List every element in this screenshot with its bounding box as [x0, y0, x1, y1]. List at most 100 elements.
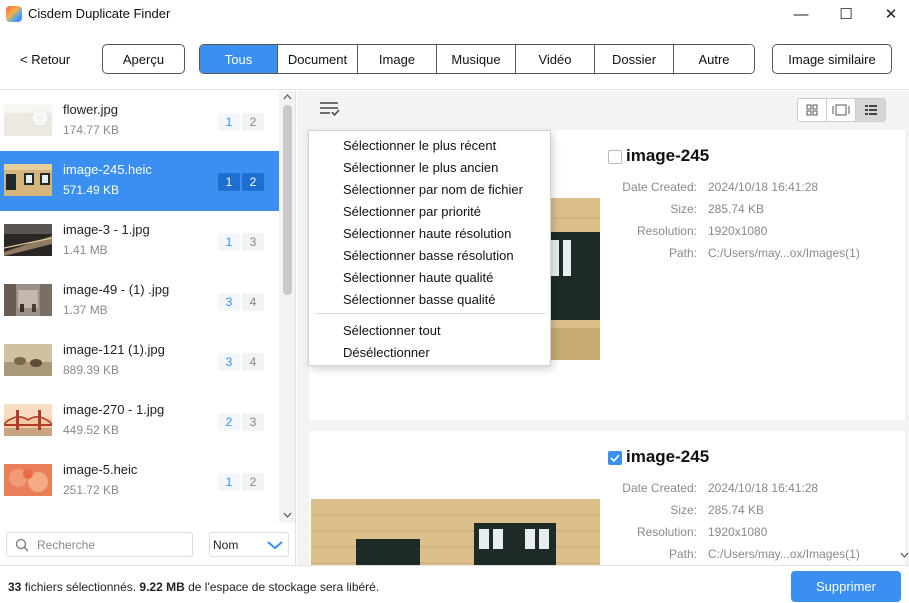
date-value: 2024/10/18 16:41:28: [708, 180, 819, 194]
file-list-item[interactable]: image-245.heic 571.49 KB 1 2: [0, 151, 279, 211]
total-count-badge: 2: [242, 473, 264, 491]
list-view-icon: [864, 105, 877, 115]
card-title: image-245: [626, 447, 710, 466]
file-name: image-49 - (1) .jpg: [63, 282, 170, 297]
duplicate-card: image-245 Date Created: 2024/10/18 16:41…: [309, 431, 905, 565]
menu-item-deselect[interactable]: Désélectionner: [343, 345, 430, 360]
file-name: image-245.heic: [63, 162, 152, 177]
toolbar: < Retour Aperçu Tous Document Image Musi…: [0, 28, 909, 90]
path-label: Path:: [668, 246, 697, 260]
tab-other[interactable]: Autre: [674, 45, 754, 73]
menu-item-select-oldest[interactable]: Sélectionner le plus ancien: [343, 160, 498, 175]
app-logo-icon: [6, 6, 22, 22]
thumbnail-image: [4, 164, 52, 196]
file-list-item[interactable]: image-49 - (1) .jpg 1.37 MB 3 4: [0, 271, 279, 331]
total-count-badge: 2: [242, 113, 264, 131]
card-title: image-245: [626, 146, 710, 165]
sort-value: Nom: [213, 537, 239, 552]
resolution-value: 1920x1080: [708, 224, 768, 238]
menu-item-select-high-quality[interactable]: Sélectionner haute qualité: [343, 270, 493, 285]
select-menu: Sélectionner le plus récent Sélectionner…: [308, 130, 551, 366]
status-bar: 33 fichiers sélectionnés. 9.22 MB de l'e…: [0, 565, 909, 603]
chevron-down-icon: [267, 540, 283, 549]
path-value[interactable]: C:/Users/may...ox/Images(1): [708, 246, 860, 260]
category-tabs: Tous Document Image Musique Vidéo Dossie…: [199, 44, 755, 74]
file-list-item[interactable]: image-5.heic 251.72 KB 1 2: [0, 451, 279, 511]
search-input[interactable]: Recherche: [6, 532, 193, 557]
file-name: image-270 - 1.jpg: [63, 402, 165, 417]
sort-dropdown[interactable]: Nom: [209, 532, 289, 557]
file-list-scroll-thumb[interactable]: [283, 105, 292, 295]
thumbnail-image: [4, 284, 52, 316]
file-list-item[interactable]: image-3 - 1.jpg 1.41 MB 1 3: [0, 211, 279, 271]
menu-item-select-by-priority[interactable]: Sélectionner par priorité: [343, 204, 481, 219]
delete-button[interactable]: Supprimer: [791, 571, 901, 602]
tab-document[interactable]: Document: [278, 45, 358, 73]
total-count-badge: 2: [242, 173, 264, 191]
menu-item-select-high-resolution[interactable]: Sélectionner haute résolution: [343, 226, 511, 241]
scroll-down-icon[interactable]: [900, 551, 909, 559]
view-mode-switcher: [797, 98, 886, 122]
file-list-item[interactable]: image-121 (1).jpg 889.39 KB 3 4: [0, 331, 279, 391]
tab-folder[interactable]: Dossier: [595, 45, 674, 73]
total-count-badge: 3: [242, 233, 264, 251]
tab-all[interactable]: Tous: [200, 45, 278, 73]
thumbnail-image: [4, 104, 52, 136]
search-placeholder: Recherche: [37, 537, 96, 552]
scroll-up-icon[interactable]: [283, 93, 292, 101]
similar-image-button[interactable]: Image similaire: [772, 44, 892, 74]
freed-size: 9.22 MB: [139, 580, 185, 594]
file-size: 449.52 KB: [63, 423, 120, 437]
total-count-badge: 4: [242, 293, 264, 311]
path-value[interactable]: C:/Users/may...ox/Images(1): [708, 547, 860, 561]
list-view-button[interactable]: [856, 99, 885, 121]
selected-count-badge: 3: [218, 353, 240, 371]
minimize-button[interactable]: —: [778, 0, 824, 28]
preview-button[interactable]: Aperçu: [102, 44, 185, 74]
menu-item-select-low-resolution[interactable]: Sélectionner basse résolution: [343, 248, 514, 263]
thumbnail-image: [4, 344, 52, 376]
file-size: 1.41 MB: [63, 243, 108, 257]
selected-count-badge: 1: [218, 173, 240, 191]
compare-view-button[interactable]: [827, 99, 856, 121]
title-bar: Cisdem Duplicate Finder — ☐ ✕: [0, 0, 909, 28]
checkmark-icon: [610, 454, 620, 462]
file-name: image-5.heic: [63, 462, 138, 477]
tab-image[interactable]: Image: [358, 45, 437, 73]
maximize-button[interactable]: ☐: [823, 0, 869, 28]
item-checkbox[interactable]: [608, 150, 622, 164]
menu-divider: [315, 313, 546, 314]
compare-view-icon: [832, 104, 850, 116]
size-label: Size:: [670, 202, 697, 216]
date-value: 2024/10/18 16:41:28: [708, 481, 819, 495]
grid-view-icon: [806, 104, 818, 116]
menu-item-select-by-filename[interactable]: Sélectionner par nom de fichier: [343, 182, 523, 197]
list-controls: Recherche Nom: [0, 523, 296, 565]
selected-count-badge: 1: [218, 473, 240, 491]
menu-item-select-newest[interactable]: Sélectionner le plus récent: [343, 138, 496, 153]
size-value: 285.74 KB: [708, 202, 765, 216]
menu-item-select-low-quality[interactable]: Sélectionner basse qualité: [343, 292, 496, 307]
file-size: 889.39 KB: [63, 363, 120, 377]
file-list-item[interactable]: image-270 - 1.jpg 449.52 KB 2 3: [0, 391, 279, 451]
select-menu-icon[interactable]: [319, 101, 341, 117]
menu-item-select-all[interactable]: Sélectionner tout: [343, 323, 441, 338]
selected-count: 33: [8, 580, 22, 594]
grid-view-button[interactable]: [798, 99, 827, 121]
file-size: 1.37 MB: [63, 303, 108, 317]
file-list-item[interactable]: flower.jpg 174.77 KB 1 2: [0, 91, 279, 151]
resolution-value: 1920x1080: [708, 525, 768, 539]
tab-video[interactable]: Vidéo: [516, 45, 595, 73]
preview-image: [311, 499, 600, 565]
file-list: flower.jpg 174.77 KB 1 2 image-245.heic …: [0, 91, 296, 523]
tab-music[interactable]: Musique: [437, 45, 516, 73]
file-size: 174.77 KB: [63, 123, 120, 137]
back-button[interactable]: < Retour: [20, 52, 70, 67]
selected-count-badge: 1: [218, 113, 240, 131]
item-checkbox[interactable]: [608, 451, 622, 465]
close-button[interactable]: ✕: [868, 0, 909, 28]
scroll-down-icon[interactable]: [283, 511, 292, 519]
file-name: flower.jpg: [63, 102, 118, 117]
file-size: 251.72 KB: [63, 483, 120, 497]
file-name: image-3 - 1.jpg: [63, 222, 150, 237]
